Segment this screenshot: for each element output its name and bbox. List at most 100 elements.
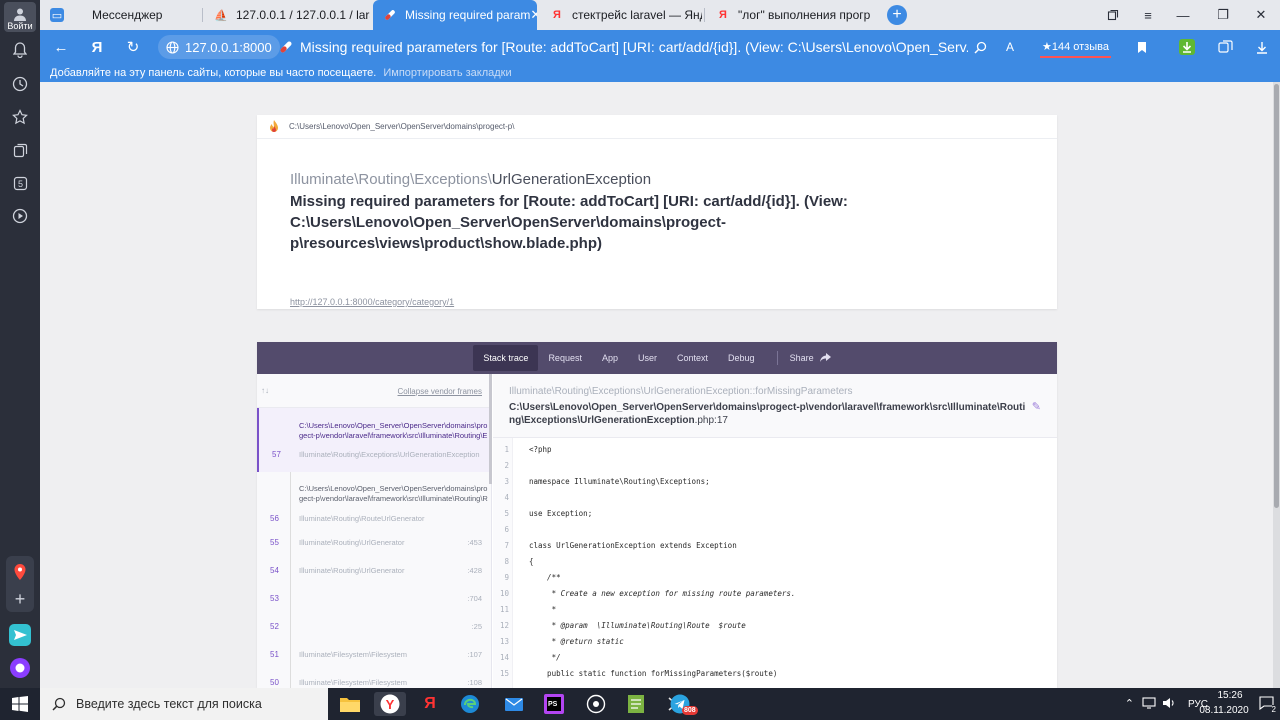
exception-message: Missing required parameters for [Route: … — [290, 193, 848, 252]
stack-frame[interactable]: 52 :25 — [257, 612, 490, 640]
tab-error-page[interactable]: Missing required param ✕ — [373, 0, 537, 30]
project-path: C:\Users\Lenovo\Open_Server\OpenServer\d… — [289, 122, 515, 131]
tab-app[interactable]: App — [592, 345, 628, 371]
volume-icon[interactable] — [1162, 696, 1176, 713]
telegram-icon[interactable]: 808 — [664, 692, 700, 716]
exception-name: UrlGenerationException — [491, 171, 652, 188]
alice-icon[interactable] — [8, 656, 32, 680]
code-file-line: .php:17 — [694, 415, 728, 426]
tab-user[interactable]: User — [628, 345, 667, 371]
bell-icon[interactable] — [8, 38, 32, 62]
notepad-icon[interactable] — [620, 692, 652, 716]
collapse-vendor-link[interactable]: Collapse vendor frames — [398, 387, 482, 396]
back-icon[interactable]: ← — [50, 30, 72, 64]
frame-number: 52 — [270, 622, 279, 631]
ignition-icon — [280, 41, 292, 53]
stack-frame[interactable]: 55 Illuminate\Routing\UrlGenerator :453 — [257, 528, 490, 556]
share-button[interactable]: Share — [790, 345, 841, 371]
line-number: 10 — [499, 589, 509, 598]
tab-yandex-search-2[interactable]: Я "лог" выполнения програм — [706, 0, 870, 30]
tab-label: Мессенджер — [92, 8, 163, 22]
stack-frame[interactable]: 53 :704 — [257, 584, 490, 612]
stack-frame[interactable]: 51 Illuminate\Filesystem\Filesystem :107 — [257, 640, 490, 668]
frame-class: Illuminate\Filesystem\Filesystem — [299, 678, 407, 687]
globe-icon — [166, 40, 179, 54]
edge-icon[interactable] — [454, 692, 486, 716]
mail-icon[interactable] — [498, 692, 530, 716]
file-explorer-icon[interactable] — [334, 692, 366, 716]
tab-yandex-search[interactable]: Я стектрейс laravel — Яндекс — [540, 0, 702, 30]
line-number: 6 — [504, 525, 509, 534]
sort-arrows-icon[interactable]: ↑↓ — [261, 386, 269, 395]
menu-icon[interactable]: ≡ — [1130, 0, 1166, 30]
windows-start-button[interactable] — [0, 688, 40, 720]
tabs-list-icon[interactable] — [1095, 0, 1131, 30]
reviews-badge[interactable]: ★144 отзыва — [1040, 36, 1111, 58]
tab-stack-trace[interactable]: Stack trace — [473, 345, 539, 371]
tab-debug[interactable]: Debug — [718, 345, 765, 371]
tab-phpmyadmin[interactable]: ⛵ 127.0.0.1 / 127.0.0.1 / laravel — [204, 0, 370, 30]
host-label: 127.0.0.1:8000 — [185, 39, 272, 55]
line-number: 3 — [504, 477, 509, 486]
stack-frame[interactable]: C:\Users\Lenovo\Open_Server\OpenServer\d… — [257, 472, 490, 528]
line-number: 11 — [499, 605, 509, 614]
page-scrollbar-thumb[interactable] — [1274, 84, 1279, 508]
tab-request[interactable]: Request — [538, 345, 592, 371]
stack-frame[interactable]: 50 Illuminate\Filesystem\Filesystem :108 — [257, 668, 490, 688]
line-code: { — [529, 557, 534, 566]
bookmark-icon[interactable] — [1134, 30, 1150, 64]
clock-date[interactable]: 08.11.2020 — [1199, 705, 1249, 716]
collections-icon[interactable] — [8, 138, 32, 162]
frame-number: 56 — [270, 514, 279, 523]
downloads-icon[interactable] — [1252, 30, 1272, 64]
new-tab-button[interactable]: + — [887, 5, 907, 25]
frame-number: 57 — [272, 450, 281, 459]
address-bar: ← Я ↻ 127.0.0.1:8000 Missing required pa… — [40, 30, 1280, 64]
import-bookmarks-link[interactable]: Импортировать закладки — [383, 67, 511, 79]
github-icon[interactable] — [580, 692, 612, 716]
stack-frame-selected[interactable]: C:\Users\Lenovo\Open_Server\OpenServer\d… — [257, 408, 490, 472]
url-host[interactable]: 127.0.0.1:8000 — [158, 35, 280, 59]
code-method: Illuminate\Routing\Exceptions\UrlGenerat… — [509, 386, 853, 397]
phpstorm-icon[interactable]: PS — [538, 692, 570, 716]
network-icon[interactable] — [1142, 696, 1156, 713]
minimize-icon[interactable]: — — [1165, 0, 1201, 30]
line-code: * @param \Illuminate\Routing\Route $rout… — [529, 621, 746, 630]
code-line: 14 */ — [493, 650, 1057, 666]
login-button[interactable]: Войти — [4, 2, 36, 32]
exception-header-card: C:\Users\Lenovo\Open_Server\OpenServer\d… — [257, 115, 1057, 309]
yandex-icon[interactable]: Я — [414, 692, 446, 716]
reload-icon[interactable]: ↻ — [122, 30, 144, 64]
code-line: 5 use Exception; — [493, 506, 1057, 522]
page-title[interactable]: Missing required parameters for [Route: … — [278, 30, 968, 64]
downloader-extension-icon[interactable] — [1176, 30, 1198, 64]
clock-time[interactable]: 15:26 — [1212, 690, 1248, 701]
edit-pencil-icon[interactable]: ✎ — [1032, 400, 1041, 413]
restore-icon[interactable]: ❐ — [1205, 0, 1241, 30]
frame-number: 54 — [270, 566, 279, 575]
close-tab-icon[interactable]: ✕ — [530, 7, 537, 23]
request-url-link[interactable]: http://127.0.0.1:8000/category/category/… — [290, 297, 454, 307]
five-icon[interactable]: 5 — [8, 171, 32, 195]
collections-extension-icon[interactable] — [1214, 30, 1236, 64]
maps-icon[interactable] — [8, 560, 32, 584]
tab-messenger[interactable]: ▭ Мессенджер — [40, 0, 202, 30]
taskbar-search-input[interactable]: Введите здесь текст для поиска — [40, 688, 328, 720]
plus-icon[interactable]: + — [8, 587, 32, 611]
chevron-up-icon[interactable]: ⌃ — [1125, 697, 1134, 710]
svg-text:Y: Y — [386, 697, 395, 712]
frame-number: 53 — [270, 594, 279, 603]
close-window-icon[interactable]: ✕ — [1243, 0, 1279, 30]
translate-icon[interactable]: A — [1000, 30, 1020, 64]
tab-context[interactable]: Context — [667, 345, 718, 371]
frames-scrollbar[interactable] — [489, 374, 492, 484]
search-icon[interactable] — [970, 30, 990, 64]
play-icon[interactable] — [8, 204, 32, 228]
yandex-home-icon[interactable]: Я — [86, 30, 108, 64]
stack-frames-list: ↑↓ Collapse vendor frames C:\Users\Lenov… — [257, 374, 492, 688]
history-icon[interactable] — [8, 72, 32, 96]
yandex-browser-icon[interactable]: Y — [374, 692, 406, 716]
star-icon[interactable] — [8, 105, 32, 129]
stack-frame[interactable]: 54 Illuminate\Routing\UrlGenerator :428 — [257, 556, 490, 584]
send-icon[interactable] — [8, 623, 32, 647]
